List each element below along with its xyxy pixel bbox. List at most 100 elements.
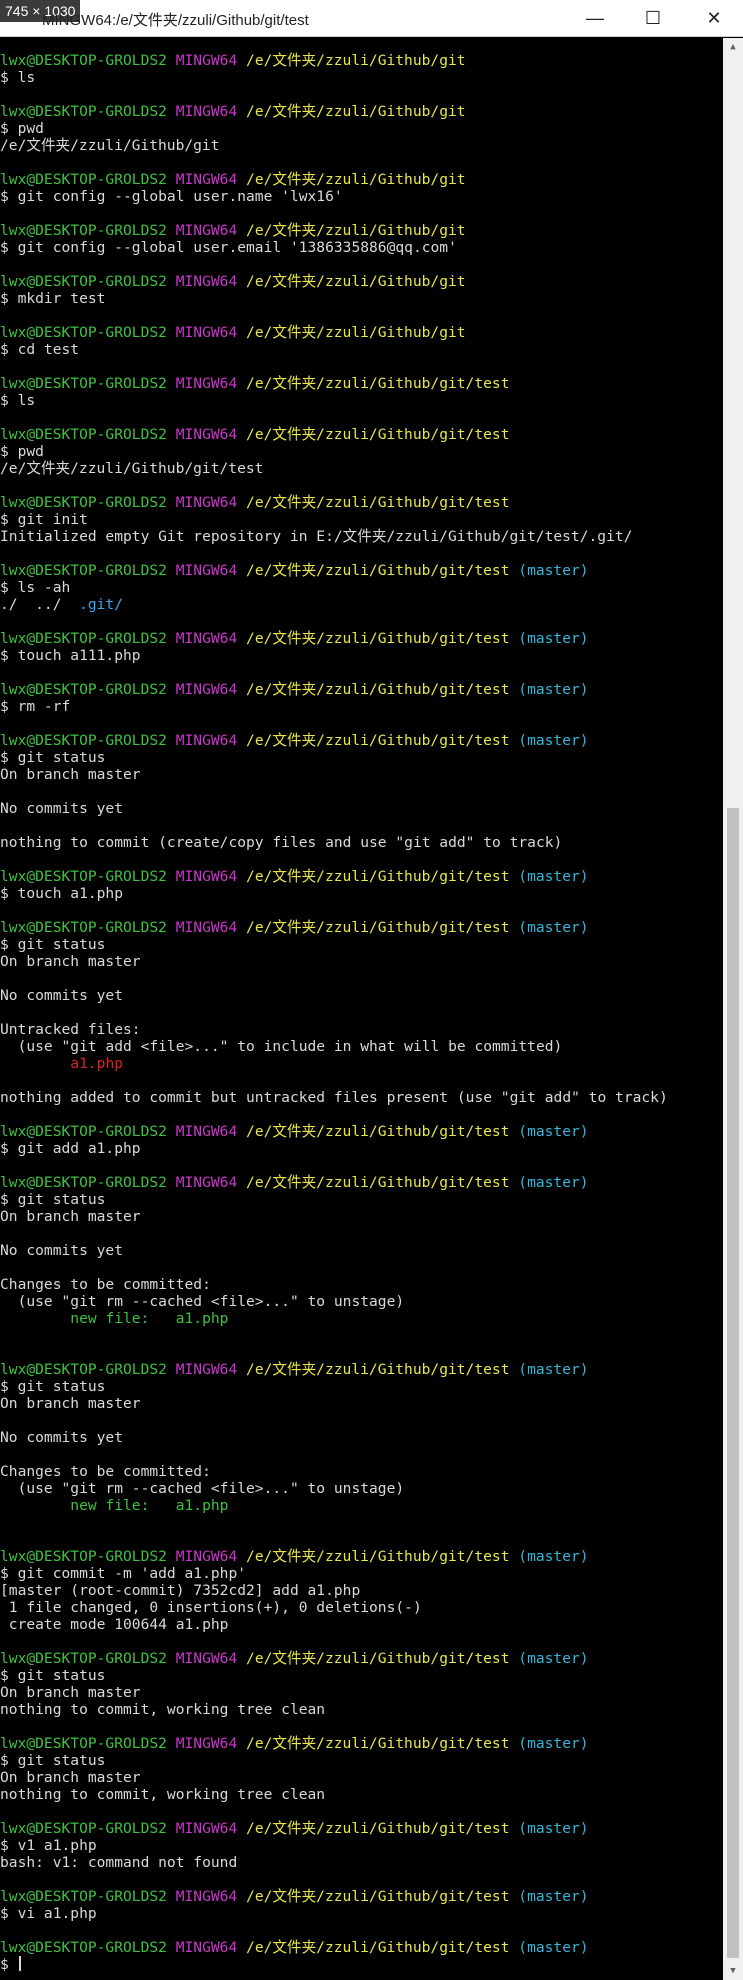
prompt-path: /e/文件夹/zzuli/Github/git/test (246, 1548, 510, 1565)
output-line: new file: a1.php (0, 1497, 723, 1514)
output-line: No commits yet (0, 800, 723, 817)
prompt-line: lwx@DESKTOP-GROLDS2 MINGW64 /e/文件夹/zzuli… (0, 1548, 723, 1565)
output-line: ./ ../ .git/ (0, 596, 723, 613)
prompt-user-host: lwx@DESKTOP-GROLDS2 (0, 681, 167, 698)
command-line: $ git status (0, 1378, 723, 1395)
command-text: $ mkdir test (0, 290, 106, 307)
staged-file: new file: a1.php (70, 1310, 229, 1327)
prompt-user-host: lwx@DESKTOP-GROLDS2 (0, 1939, 167, 1956)
output-text: ./ ../ (0, 596, 80, 613)
title-bar[interactable]: 745 × 1030 MINGW64:/e/文件夹/zzuli/Github/g… (0, 0, 743, 37)
output-line: (use "git rm --cached <file>..." to unst… (0, 1293, 723, 1310)
prompt-user-host: lwx@DESKTOP-GROLDS2 (0, 1548, 167, 1565)
output-text: [master (root-commit) 7352cd2] add a1.ph… (0, 1582, 361, 1599)
command-text: $ git status (0, 1667, 106, 1684)
prompt-line: lwx@DESKTOP-GROLDS2 MINGW64 /e/文件夹/zzuli… (0, 562, 723, 579)
command-line: $ git add a1.php (0, 1140, 723, 1157)
prompt-line: lwx@DESKTOP-GROLDS2 MINGW64 /e/文件夹/zzuli… (0, 1820, 723, 1837)
scrollbar-thumb[interactable] (727, 808, 739, 1958)
prompt-shell: MINGW64 (175, 273, 238, 290)
prompt-user-host: lwx@DESKTOP-GROLDS2 (0, 1361, 167, 1378)
command-text: $ git status (0, 1191, 106, 1208)
prompt-user-host: lwx@DESKTOP-GROLDS2 (0, 426, 167, 443)
prompt-shell: MINGW64 (175, 52, 238, 69)
terminal-output[interactable]: lwx@DESKTOP-GROLDS2 MINGW64 /e/文件夹/zzuli… (0, 38, 723, 1980)
prompt-user-host: lwx@DESKTOP-GROLDS2 (0, 273, 167, 290)
close-button[interactable]: ✕ (685, 0, 743, 36)
staged-file: new file: a1.php (70, 1497, 229, 1514)
prompt-user-host: lwx@DESKTOP-GROLDS2 (0, 494, 167, 511)
output-text: /e/文件夹/zzuli/Github/git (0, 137, 220, 154)
prompt-branch: (master) (518, 1123, 589, 1140)
output-line: a1.php (0, 1055, 723, 1072)
minimize-button[interactable]: — (566, 0, 624, 36)
prompt-shell: MINGW64 (175, 103, 238, 120)
command-text: $ git init (0, 511, 88, 528)
output-text: (use "git rm --cached <file>..." to unst… (0, 1480, 405, 1497)
prompt-user-host: lwx@DESKTOP-GROLDS2 (0, 52, 167, 69)
prompt-path: /e/文件夹/zzuli/Github/git/test (246, 1888, 510, 1905)
maximize-button[interactable]: ☐ (624, 0, 682, 36)
command-line: $ touch a1.php (0, 885, 723, 902)
command-line: $ cd test (0, 341, 723, 358)
prompt-path: /e/文件夹/zzuli/Github/git/test (246, 1123, 510, 1140)
prompt-branch: (master) (518, 1888, 589, 1905)
prompt-path: /e/文件夹/zzuli/Github/git/test (246, 562, 510, 579)
output-line: nothing to commit (create/copy files and… (0, 834, 723, 851)
output-text: No commits yet (0, 1242, 124, 1259)
output-line: On branch master (0, 953, 723, 970)
prompt-line: lwx@DESKTOP-GROLDS2 MINGW64 /e/文件夹/zzuli… (0, 324, 723, 341)
prompt-branch: (master) (518, 1939, 589, 1956)
output-text: nothing to commit, working tree clean (0, 1786, 326, 1803)
command-line: $ ls (0, 69, 723, 86)
scroll-up-arrow-icon[interactable]: ▲ (723, 38, 743, 56)
output-line: On branch master (0, 1208, 723, 1225)
prompt-shell: MINGW64 (175, 562, 238, 579)
output-text: On branch master (0, 1208, 141, 1225)
output-line: bash: v1: command not found (0, 1854, 723, 1871)
command-line: $ ls -ah (0, 579, 723, 596)
prompt-path: /e/文件夹/zzuli/Github/git/test (246, 1650, 510, 1667)
prompt-user-host: lwx@DESKTOP-GROLDS2 (0, 171, 167, 188)
command-text: $ touch a111.php (0, 647, 141, 664)
command-line: $ git commit -m 'add a1.php' (0, 1565, 723, 1582)
output-line: On branch master (0, 1769, 723, 1786)
output-line: Changes to be committed: (0, 1276, 723, 1293)
command-text: $ pwd (0, 120, 44, 137)
prompt-user-host: lwx@DESKTOP-GROLDS2 (0, 562, 167, 579)
prompt-user-host: lwx@DESKTOP-GROLDS2 (0, 375, 167, 392)
prompt-line: lwx@DESKTOP-GROLDS2 MINGW64 /e/文件夹/zzuli… (0, 171, 723, 188)
output-line: create mode 100644 a1.php (0, 1616, 723, 1633)
prompt-line: lwx@DESKTOP-GROLDS2 MINGW64 /e/文件夹/zzuli… (0, 494, 723, 511)
output-text: 1 file changed, 0 insertions(+), 0 delet… (0, 1599, 422, 1616)
output-line: No commits yet (0, 1429, 723, 1446)
command-line: $ mkdir test (0, 290, 723, 307)
command-text: $ git config --global user.name 'lwx16' (0, 188, 343, 205)
command-text: $ git status (0, 1378, 106, 1395)
prompt-shell: MINGW64 (175, 1174, 238, 1191)
output-line: /e/文件夹/zzuli/Github/git/test (0, 460, 723, 477)
vertical-scrollbar[interactable]: ▲ ▼ (723, 38, 743, 1980)
prompt-line: lwx@DESKTOP-GROLDS2 MINGW64 /e/文件夹/zzuli… (0, 1361, 723, 1378)
prompt-shell: MINGW64 (175, 630, 238, 647)
command-text: $ ls -ah (0, 579, 71, 596)
scroll-down-arrow-icon[interactable]: ▼ (723, 1962, 743, 1980)
prompt-line: lwx@DESKTOP-GROLDS2 MINGW64 /e/文件夹/zzuli… (0, 1123, 723, 1140)
command-text: $ git commit -m 'add a1.php' (0, 1565, 247, 1582)
output-text: No commits yet (0, 800, 124, 817)
command-line: $ git status (0, 749, 723, 766)
